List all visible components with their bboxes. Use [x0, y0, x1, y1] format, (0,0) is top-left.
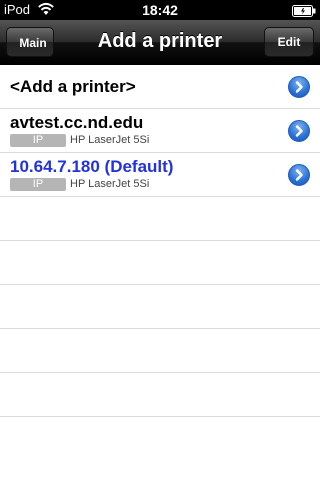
ip-badge: IP — [10, 178, 66, 191]
battery-icon — [292, 4, 316, 17]
printer-model: HP LaserJet 5Si — [70, 178, 150, 190]
status-time: 18:42 — [142, 2, 178, 18]
empty-row — [0, 241, 320, 285]
list-item-title: <Add a printer> — [10, 77, 136, 96]
ip-badge: IP — [10, 134, 66, 147]
printer-list: <Add a printer> avtest.cc.nd.edu IP HP La… — [0, 65, 320, 460]
empty-row — [0, 197, 320, 241]
list-item-title: avtest.cc.nd.edu — [10, 113, 144, 132]
back-button-label: Main — [19, 36, 47, 50]
detail-disclosure-icon[interactable] — [288, 120, 310, 142]
empty-row — [0, 373, 320, 417]
list-item-add-printer[interactable]: <Add a printer> — [0, 65, 320, 109]
empty-row — [0, 285, 320, 329]
printer-model: HP LaserJet 5Si — [70, 134, 150, 146]
list-item-title: 10.64.7.180 (Default) — [10, 157, 174, 176]
list-item-printer[interactable]: avtest.cc.nd.edu IP HP LaserJet 5Si — [0, 109, 320, 153]
detail-disclosure-icon[interactable] — [288, 76, 310, 98]
edit-button[interactable]: Edit — [264, 27, 314, 57]
detail-disclosure-icon[interactable] — [288, 164, 310, 186]
empty-row — [0, 329, 320, 373]
list-item-printer-default[interactable]: 10.64.7.180 (Default) IP HP LaserJet 5Si — [0, 153, 320, 197]
list-item-subtitle: IP HP LaserJet 5Si — [10, 134, 149, 147]
status-bar: iPod 18:42 — [0, 0, 320, 20]
list-item-subtitle: IP HP LaserJet 5Si — [10, 178, 149, 191]
navigation-bar: Main Add a printer Edit — [0, 20, 320, 65]
empty-row — [0, 417, 320, 460]
